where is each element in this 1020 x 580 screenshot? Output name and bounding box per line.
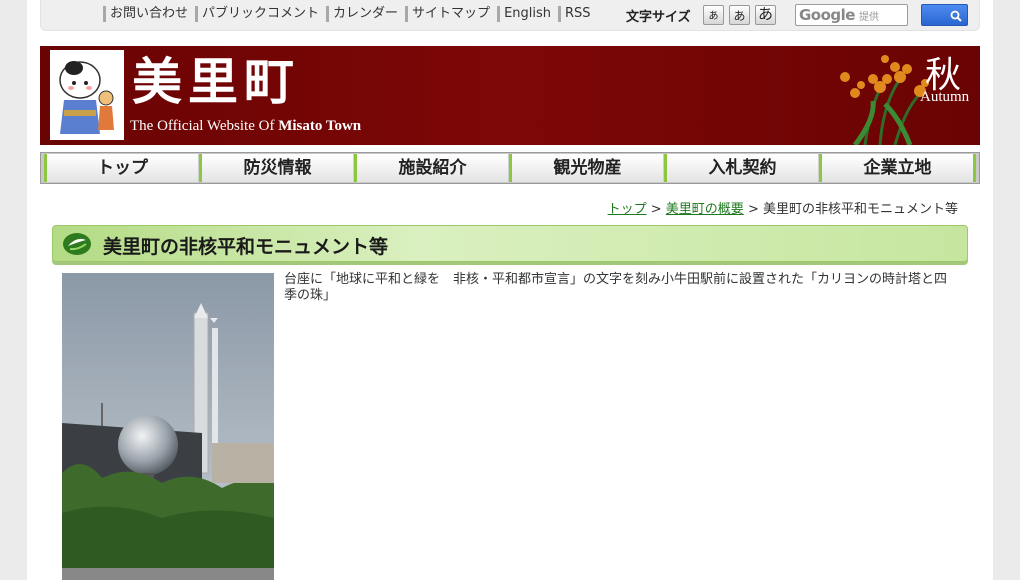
search-input[interactable]: Google 提供	[795, 4, 908, 26]
site-subtitle-town: Misato Town	[278, 118, 362, 134]
page-heading-bar: 美里町の非核平和モニュメント等	[52, 225, 968, 262]
global-nav: トップ 防災情報 施設紹介 観光物産 入札契約 企業立地	[40, 152, 980, 184]
photo-caption: 台座に「地球に平和と緑を 非核・平和都市宣言」の文字を刻み小牛田駅前に設置された…	[284, 272, 948, 303]
site-subtitle: The Official Website Of Misato Town	[130, 118, 361, 135]
monument-photo	[62, 273, 274, 580]
font-size-medium-button[interactable]: あ	[729, 5, 750, 25]
page-title: 美里町の非核平和モニュメント等	[103, 236, 389, 258]
site-banner: 美里町 The Official Website Of Misato Town …	[40, 46, 980, 145]
breadcrumb-separator: >	[650, 202, 662, 217]
site-subtitle-prefix: The Official Website Of	[130, 118, 279, 134]
calendar-link[interactable]: カレンダー	[326, 6, 405, 22]
public-comment-link[interactable]: パブリックコメント	[195, 6, 326, 22]
leaf-icon	[63, 233, 91, 255]
font-size-small-button[interactable]: あ	[703, 5, 724, 25]
season-label: Autumn	[920, 89, 970, 105]
nav-disaster-info[interactable]: 防災情報	[199, 154, 354, 182]
breadcrumb-overview-link[interactable]: 美里町の概要	[666, 202, 744, 217]
breadcrumb-separator: >	[747, 202, 759, 217]
nav-top[interactable]: トップ	[44, 154, 199, 182]
search-placeholder: 提供	[858, 12, 879, 23]
breadcrumb: トップ > 美里町の概要 > 美里町の非核平和モニュメント等	[608, 198, 958, 217]
contact-link[interactable]: お問い合わせ	[103, 6, 195, 22]
utility-links: お問い合わせ パブリックコメント カレンダー サイトマップ English RS…	[103, 6, 598, 22]
english-link[interactable]: English	[497, 6, 558, 22]
nav-facilities[interactable]: 施設紹介	[354, 154, 509, 182]
font-size-label: 文字サイズ	[626, 10, 691, 25]
sitemap-link[interactable]: サイトマップ	[405, 6, 497, 22]
mascot-logo[interactable]	[50, 50, 124, 140]
search-button[interactable]	[921, 4, 968, 26]
nav-tourism[interactable]: 観光物産	[509, 154, 664, 182]
search-icon	[950, 10, 962, 22]
nav-bidding[interactable]: 入札契約	[664, 154, 819, 182]
rss-link[interactable]: RSS	[558, 6, 598, 22]
nav-business[interactable]: 企業立地	[819, 154, 976, 182]
autumn-flowers-illustration	[840, 55, 929, 145]
site-title[interactable]: 美里町	[132, 52, 300, 112]
font-size-large-button[interactable]: あ	[755, 5, 776, 25]
breadcrumb-current: 美里町の非核平和モニュメント等	[762, 202, 958, 217]
search-brand: Google	[799, 6, 855, 24]
breadcrumb-top-link[interactable]: トップ	[608, 202, 647, 217]
utility-bar: お問い合わせ パブリックコメント カレンダー サイトマップ English RS…	[40, 0, 980, 31]
